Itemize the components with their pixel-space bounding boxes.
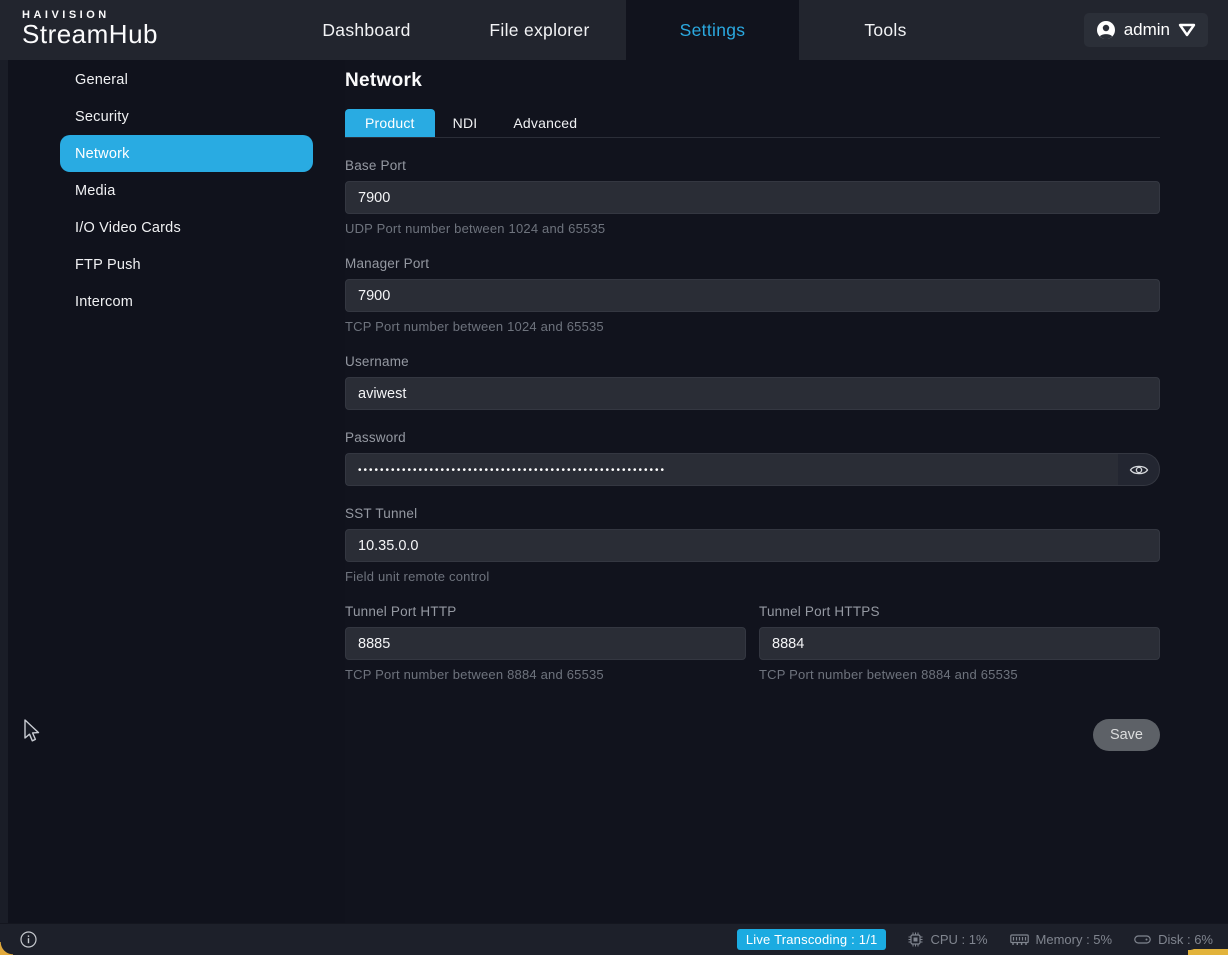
tunnel-port-http-label: Tunnel Port HTTP (345, 604, 746, 619)
user-name-label: admin (1124, 20, 1170, 40)
manager-port-input[interactable] (345, 279, 1160, 312)
sidebar-item-network[interactable]: Network (60, 135, 313, 172)
toggle-password-visibility-button[interactable] (1118, 453, 1160, 486)
sst-tunnel-input[interactable] (345, 529, 1160, 562)
tunnel-port-https-input[interactable] (759, 627, 1160, 660)
memory-stat-label: Memory : 5% (1036, 932, 1113, 947)
password-row (345, 453, 1160, 486)
nav-tab-dashboard[interactable]: Dashboard (280, 0, 453, 60)
settings-sidebar: General Security Network Media I/O Video… (0, 60, 345, 923)
tunnel-port-http-group: Tunnel Port HTTP TCP Port number between… (345, 604, 746, 682)
nav-user-area: admin (972, 0, 1228, 60)
username-input[interactable] (345, 377, 1160, 410)
disk-icon (1134, 933, 1151, 946)
page-title: Network (345, 60, 1160, 92)
sst-tunnel-group: SST Tunnel Field unit remote control (345, 506, 1160, 584)
memory-stat: Memory : 5% (1010, 932, 1113, 947)
username-group: Username (345, 354, 1160, 410)
sst-tunnel-label: SST Tunnel (345, 506, 1160, 521)
nav-tab-settings[interactable]: Settings (626, 0, 799, 60)
sidebar-list: General Security Network Media I/O Video… (0, 60, 345, 320)
tunnel-port-http-input[interactable] (345, 627, 746, 660)
sidebar-item-security[interactable]: Security (60, 98, 313, 135)
password-label: Password (345, 430, 1160, 445)
password-input[interactable] (345, 453, 1118, 486)
nav-tab-tools[interactable]: Tools (799, 0, 972, 60)
tab-product[interactable]: Product (345, 109, 435, 137)
tunnel-port-https-label: Tunnel Port HTTPS (759, 604, 1160, 619)
user-menu-button[interactable]: admin (1084, 13, 1208, 47)
user-avatar-icon (1096, 20, 1116, 40)
save-row: Save (345, 719, 1160, 751)
live-transcoding-badge[interactable]: Live Transcoding : 1/1 (737, 929, 887, 950)
corner-accent-right (1188, 949, 1228, 955)
chevron-down-icon (1178, 23, 1196, 37)
tunnel-port-http-help: TCP Port number between 8884 and 65535 (345, 667, 746, 682)
status-bar: Live Transcoding : 1/1 CPU : 1% Memory :… (0, 923, 1228, 955)
corner-accent-left (0, 942, 13, 955)
disk-stat-label: Disk : 6% (1158, 932, 1213, 947)
sidebar-item-ftp-push[interactable]: FTP Push (60, 246, 313, 283)
tunnel-port-https-group: Tunnel Port HTTPS TCP Port number betwee… (759, 604, 1160, 682)
top-navigation-bar: HAIVISION StreamHub Dashboard File explo… (0, 0, 1228, 60)
app-logo: HAIVISION StreamHub (0, 0, 280, 60)
tab-ndi[interactable]: NDI (435, 109, 496, 137)
nav-tab-file-explorer[interactable]: File explorer (453, 0, 626, 60)
username-label: Username (345, 354, 1160, 369)
info-icon[interactable] (20, 931, 37, 948)
base-port-input[interactable] (345, 181, 1160, 214)
logo-product-name: StreamHub (22, 19, 280, 50)
base-port-label: Base Port (345, 158, 1160, 173)
memory-icon (1010, 933, 1029, 946)
sidebar-item-media[interactable]: Media (60, 172, 313, 209)
cpu-icon (908, 932, 923, 947)
network-sub-tabs: Product NDI Advanced (345, 108, 1160, 138)
status-metrics: Live Transcoding : 1/1 CPU : 1% Memory :… (737, 929, 1213, 950)
tab-advanced[interactable]: Advanced (495, 109, 595, 137)
network-settings-panel: Network Product NDI Advanced Base Port U… (345, 60, 1160, 923)
cpu-stat-label: CPU : 1% (930, 932, 987, 947)
sidebar-item-io-video-cards[interactable]: I/O Video Cards (60, 209, 313, 246)
cpu-stat: CPU : 1% (908, 932, 987, 947)
sidebar-item-general[interactable]: General (60, 61, 313, 98)
save-button[interactable]: Save (1093, 719, 1160, 751)
tunnel-port-https-help: TCP Port number between 8884 and 65535 (759, 667, 1160, 682)
manager-port-group: Manager Port TCP Port number between 102… (345, 256, 1160, 334)
manager-port-label: Manager Port (345, 256, 1160, 271)
base-port-help: UDP Port number between 1024 and 65535 (345, 221, 1160, 236)
disk-stat: Disk : 6% (1134, 932, 1213, 947)
sst-tunnel-help: Field unit remote control (345, 569, 1160, 584)
manager-port-help: TCP Port number between 1024 and 65535 (345, 319, 1160, 334)
base-port-group: Base Port UDP Port number between 1024 a… (345, 158, 1160, 236)
password-group: Password (345, 430, 1160, 486)
sidebar-item-intercom[interactable]: Intercom (60, 283, 313, 320)
eye-icon (1129, 463, 1149, 477)
tunnel-ports-row: Tunnel Port HTTP TCP Port number between… (345, 604, 1160, 682)
sidebar-edge-strip (0, 60, 8, 923)
